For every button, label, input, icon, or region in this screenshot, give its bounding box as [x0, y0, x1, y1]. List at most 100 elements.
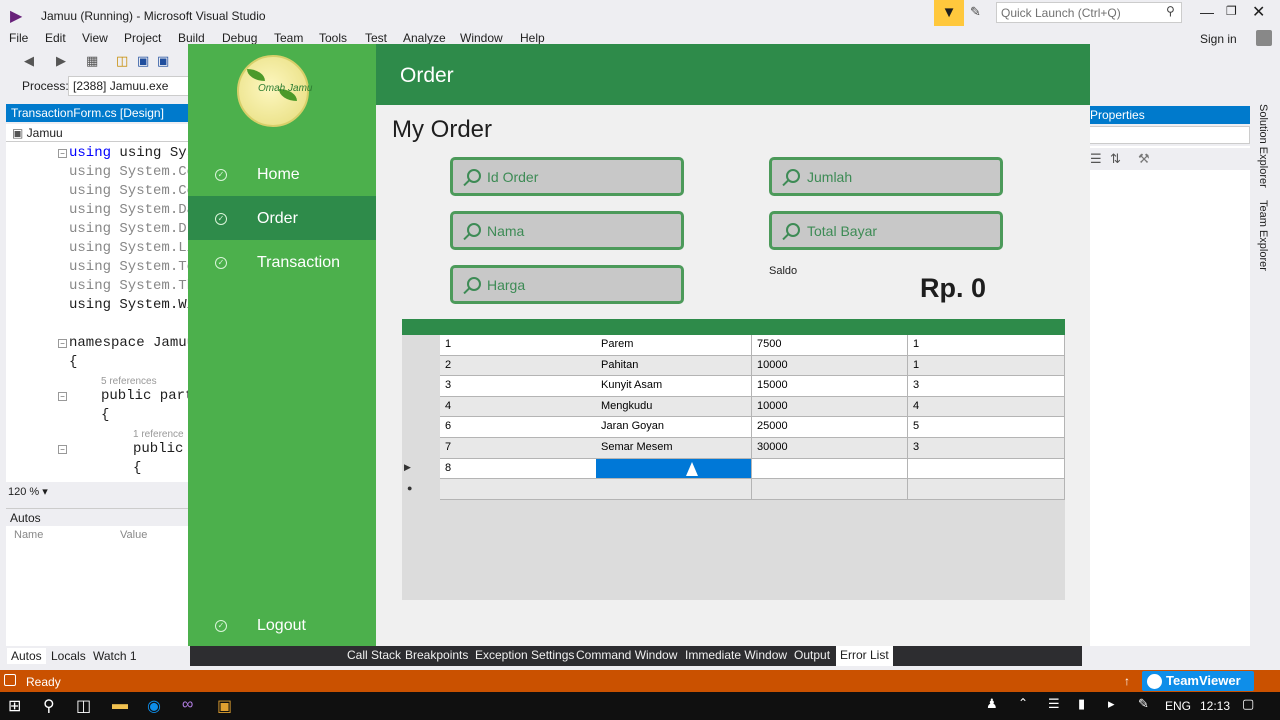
- nav-order-label[interactable]: Order: [257, 210, 298, 228]
- table-cell[interactable]: 5: [908, 417, 1065, 438]
- tab-immediate-window[interactable]: Immediate Window: [685, 648, 787, 662]
- table-row[interactable]: 3 Kunyit Asam 15000 3: [440, 376, 1065, 397]
- table-cell[interactable]: Pahitan: [596, 355, 752, 377]
- table-cell[interactable]: 10000: [752, 355, 908, 377]
- back-icon[interactable]: ◀: [24, 53, 34, 69]
- search-icon[interactable]: ⚲: [1166, 4, 1175, 18]
- menu-edit[interactable]: Edit: [45, 31, 66, 45]
- menu-build[interactable]: Build: [178, 31, 205, 45]
- fold-toggle[interactable]: −: [58, 445, 67, 454]
- open-folder-icon[interactable]: ◫: [116, 53, 128, 69]
- fold-toggle[interactable]: −: [58, 392, 67, 401]
- table-cell[interactable]: 10000: [752, 396, 908, 418]
- table-cell[interactable]: 25000: [752, 417, 908, 438]
- save-icon[interactable]: ▣: [137, 53, 149, 69]
- chevron-up-icon[interactable]: ⌃: [1018, 696, 1028, 710]
- tab-output[interactable]: Output: [794, 648, 830, 662]
- sort-alpha-icon[interactable]: ⇅: [1110, 151, 1121, 167]
- table-cell[interactable]: Parem: [596, 335, 752, 356]
- publish-icon[interactable]: ↑: [1124, 674, 1130, 688]
- menu-team[interactable]: Team: [274, 31, 303, 45]
- sign-in-link[interactable]: Sign in: [1200, 32, 1237, 46]
- zoom-select[interactable]: 120 % ▾: [6, 484, 188, 500]
- account-icon[interactable]: [1256, 30, 1272, 46]
- tab-error-list[interactable]: Error List: [836, 646, 893, 666]
- table-cell[interactable]: [752, 479, 908, 500]
- tab-exception-settings[interactable]: Exception Settings: [475, 648, 574, 662]
- quick-launch-input[interactable]: Quick Launch (Ctrl+Q): [996, 2, 1182, 23]
- nav-home-label[interactable]: Home: [257, 166, 300, 184]
- id-order-field[interactable]: Id Order: [450, 157, 684, 196]
- close-button[interactable]: ✕: [1252, 2, 1265, 22]
- tab-breakpoints[interactable]: Breakpoints: [405, 648, 468, 662]
- table-row[interactable]: 6 Jaran Goyan 25000 5: [440, 417, 1065, 438]
- task-view-icon[interactable]: ◫: [76, 696, 91, 716]
- volume-icon[interactable]: ▸: [1108, 696, 1115, 712]
- table-cell[interactable]: 1: [908, 335, 1065, 356]
- table-row[interactable]: 2 Pahitan 10000 1: [440, 355, 1065, 377]
- forward-icon[interactable]: ▶: [56, 53, 66, 69]
- table-cell[interactable]: [908, 479, 1065, 500]
- clock[interactable]: 12:13: [1200, 699, 1230, 713]
- table-cell[interactable]: 3: [908, 376, 1065, 397]
- save-all-icon[interactable]: ▣: [157, 53, 169, 69]
- table-cell[interactable]: Mengkudu: [596, 396, 752, 418]
- menu-debug[interactable]: Debug: [222, 31, 257, 45]
- autos-column-name[interactable]: Name: [14, 529, 43, 541]
- menu-analyze[interactable]: Analyze: [403, 31, 446, 45]
- tab-watch-1[interactable]: Watch 1: [89, 648, 141, 664]
- code-editor[interactable]: − using using System; using System.Co us…: [6, 142, 188, 482]
- properties-object-combo[interactable]: [1088, 126, 1250, 144]
- table-cell[interactable]: [908, 458, 1065, 480]
- total-bayar-field[interactable]: Total Bayar: [769, 211, 1003, 250]
- fold-toggle[interactable]: −: [58, 149, 67, 158]
- table-cell[interactable]: 4: [908, 396, 1065, 418]
- tab-command-window[interactable]: Command Window: [576, 648, 677, 662]
- table-cell[interactable]: [596, 458, 752, 480]
- search-icon[interactable]: ⚲: [43, 696, 55, 716]
- menu-test[interactable]: Test: [365, 31, 387, 45]
- battery-icon[interactable]: ▮: [1078, 696, 1085, 712]
- nav-logout-label[interactable]: Logout: [257, 617, 306, 635]
- nama-field[interactable]: Nama: [450, 211, 684, 250]
- class-combo[interactable]: ▣ Jamuu: [6, 124, 188, 142]
- table-cell[interactable]: 6: [440, 417, 597, 438]
- process-select[interactable]: [2388] Jamuu.exe: [68, 76, 190, 96]
- menu-help[interactable]: Help: [520, 31, 545, 45]
- table-cell[interactable]: [596, 479, 752, 500]
- categorized-icon[interactable]: ☰: [1090, 151, 1102, 167]
- table-cell[interactable]: 7500: [752, 335, 908, 356]
- code-lens-refs[interactable]: 5 references: [101, 376, 157, 387]
- table-cell[interactable]: Jaran Goyan: [596, 417, 752, 438]
- table-cell[interactable]: 7: [440, 438, 597, 459]
- table-cell[interactable]: Kunyit Asam: [596, 376, 752, 397]
- editor-tab[interactable]: TransactionForm.cs [Design]: [6, 104, 188, 122]
- table-cell[interactable]: 30000: [752, 438, 908, 459]
- table-row[interactable]: 7 Semar Mesem 30000 3: [440, 438, 1065, 459]
- property-pages-icon[interactable]: ⚒: [1138, 151, 1150, 167]
- tab-call-stack[interactable]: Call Stack: [347, 648, 401, 662]
- table-cell[interactable]: [752, 458, 908, 480]
- wifi-icon[interactable]: ☰: [1048, 696, 1060, 712]
- table-cell[interactable]: 3: [908, 438, 1065, 459]
- people-icon[interactable]: ♟: [986, 696, 998, 712]
- table-row[interactable]: [440, 479, 1065, 500]
- menu-file[interactable]: File: [9, 31, 28, 45]
- language-indicator[interactable]: ENG: [1165, 699, 1191, 713]
- autos-column-value[interactable]: Value: [120, 529, 147, 541]
- feedback-icon[interactable]: ✎: [970, 4, 981, 20]
- table-cell[interactable]: 1: [440, 335, 597, 356]
- minimize-button[interactable]: —: [1200, 4, 1214, 20]
- menu-tools[interactable]: Tools: [319, 31, 347, 45]
- file-explorer-icon[interactable]: ▬: [112, 696, 128, 714]
- visual-studio-taskbar-icon[interactable]: ∞: [182, 696, 193, 714]
- table-cell[interactable]: 15000: [752, 376, 908, 397]
- table-cell[interactable]: 3: [440, 376, 597, 397]
- table-row[interactable]: 1 Parem 7500 1: [440, 335, 1065, 356]
- harga-field[interactable]: Harga: [450, 265, 684, 304]
- table-row[interactable]: 4 Mengkudu 10000 4: [440, 396, 1065, 418]
- teamviewer-taskbar-icon[interactable]: ◉: [147, 696, 161, 716]
- pen-icon[interactable]: ✎: [1138, 696, 1149, 712]
- jumlah-field[interactable]: Jumlah: [769, 157, 1003, 196]
- tab-locals[interactable]: Locals: [47, 648, 90, 664]
